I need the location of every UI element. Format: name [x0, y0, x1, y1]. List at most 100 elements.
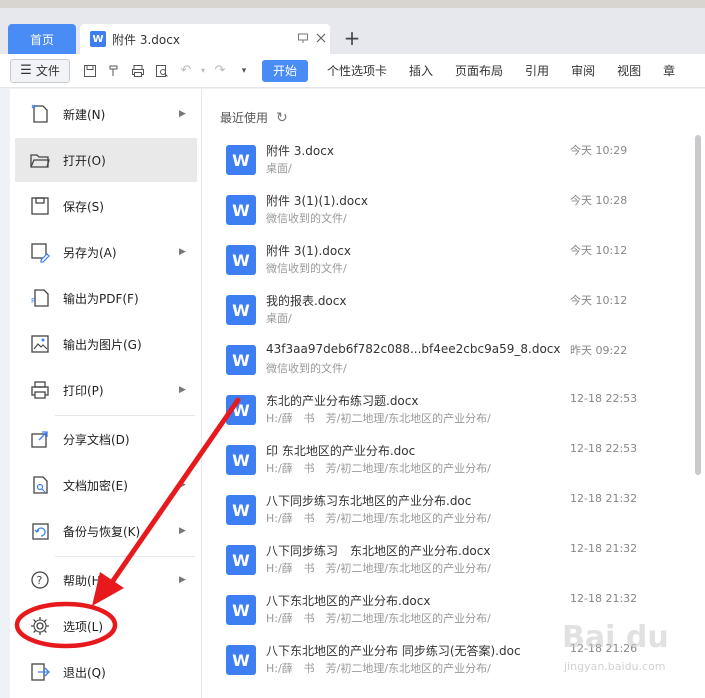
word-doc-icon: W — [226, 395, 256, 425]
menu-label-backup: 备份与恢复(K) — [63, 524, 141, 539]
recent-file-row[interactable]: W 印 东北地区的产业分布.doc H:/薛 书 芳/初二地理/东北地区的产业分… — [226, 442, 678, 488]
save-icon — [27, 193, 53, 219]
file-path: 微信收到的文件/ — [266, 262, 347, 275]
export-pdf-icon: P — [27, 285, 53, 311]
print-preview-icon[interactable] — [150, 59, 174, 83]
menu-item-new[interactable]: 新建(N) ▶ — [15, 92, 197, 136]
format-painter-icon[interactable] — [102, 59, 126, 83]
menu-tab-insert[interactable]: 插入 — [398, 62, 444, 79]
help-icon: ? — [27, 567, 53, 593]
refresh-icon[interactable]: ↻ — [276, 110, 288, 126]
redo-icon[interactable]: ↷ — [208, 59, 232, 83]
recent-scrollbar[interactable] — [695, 135, 701, 475]
file-menu-label: 文件 — [35, 64, 60, 78]
menu-tab-chapter[interactable]: 章 — [652, 62, 686, 79]
print-icon — [27, 377, 53, 403]
menu-label-save-as: 另存为(A) — [63, 245, 117, 260]
tab-document[interactable]: W 附件 3.docx — [80, 24, 330, 54]
recent-header-label: 最近使用 — [220, 111, 269, 125]
menu-label-open: 打开(O) — [63, 153, 106, 168]
close-tab-icon[interactable] — [312, 32, 330, 47]
recent-file-row[interactable]: W 43f3aa97deb6f782c088...bf4ee2cbc9a59_8… — [226, 342, 678, 388]
svg-text:P: P — [31, 297, 35, 305]
tab-bar: 首页 W 附件 3.docx + — [0, 22, 705, 54]
word-doc-icon: W — [226, 645, 256, 675]
file-path: 桌面/ — [266, 162, 292, 175]
new-doc-icon — [27, 101, 53, 127]
recent-file-row[interactable]: W 八下同步练习东北地区的产业分布.doc H:/薛 书 芳/初二地理/东北地区… — [226, 492, 678, 538]
menu-tab-references[interactable]: 引用 — [514, 62, 560, 79]
recent-file-row[interactable]: W 八下同步练习 东北地区的产业分布.docx H:/薛 书 芳/初二地理/东北… — [226, 542, 678, 588]
menu-tab-review[interactable]: 审阅 — [560, 62, 606, 79]
menu-item-export-image[interactable]: 输出为图片(G) — [15, 322, 197, 366]
menu-item-exit[interactable]: 退出(Q) — [15, 650, 197, 694]
recent-file-row[interactable]: W 我的报表.docx 桌面/ 今天 10:12 — [226, 292, 678, 338]
file-path: 微信收到的文件/ — [266, 362, 347, 375]
file-name: 东北的产业分布练习题.docx — [266, 394, 419, 408]
submenu-arrow-icon: ▶ — [179, 575, 186, 585]
toolbar: ☰ 文件 ↶ ▾ ↷ ▾ 开始 个性选项卡 插入 页面布局 引用 审阅 视图 章 — [0, 54, 705, 88]
file-name: 附件 3(1).docx — [266, 244, 351, 258]
file-time: 今天 10:29 — [570, 144, 628, 157]
recent-file-row[interactable]: W 东北的产业分布练习题.docx H:/薛 书 芳/初二地理/东北地区的产业分… — [226, 392, 678, 438]
menu-item-print[interactable]: 打印(P) ▶ — [15, 368, 197, 412]
file-path: 微信收到的文件/ — [266, 212, 347, 225]
watermark-text: Bai du — [562, 620, 669, 655]
watermark-url: jingyan.baidu.com — [564, 660, 666, 673]
file-name: 附件 3.docx — [266, 144, 334, 158]
submenu-arrow-icon: ▶ — [179, 109, 186, 119]
menu-tab-start[interactable]: 开始 — [262, 59, 308, 82]
menu-item-encrypt[interactable]: 文档加密(E) ▶ — [15, 463, 197, 507]
menu-item-save-as[interactable]: 另存为(A) ▶ — [15, 230, 197, 274]
file-name: 八下东北地区的产业分布.docx — [266, 594, 431, 608]
menu-item-share[interactable]: 分享文档(D) — [15, 417, 197, 461]
file-time: 昨天 09:22 — [570, 344, 628, 357]
quick-access-dropdown-icon[interactable]: ▾ — [232, 59, 256, 83]
file-path: H:/薛 书 芳/初二地理/东北地区的产业分布/ — [266, 512, 491, 525]
recent-file-row[interactable]: W 附件 3(1)(1).docx 微信收到的文件/ 今天 10:28 — [226, 192, 678, 238]
folder-open-icon — [27, 147, 53, 173]
undo-dropdown-icon[interactable]: ▾ — [198, 59, 208, 83]
file-time: 12-18 22:53 — [570, 392, 638, 405]
menu-item-help[interactable]: ? 帮助(H) ▶ — [15, 558, 197, 602]
file-name: 八下同步练习东北地区的产业分布.doc — [266, 494, 472, 508]
word-doc-icon: W — [226, 295, 256, 325]
menu-item-export-pdf[interactable]: P 输出为PDF(F) — [15, 276, 197, 320]
submenu-arrow-icon: ▶ — [179, 480, 186, 490]
title-strip-faded — [0, 0, 705, 8]
file-path: 桌面/ — [266, 312, 292, 325]
menu-label-exit: 退出(Q) — [63, 665, 106, 680]
save-toolbar-icon[interactable] — [78, 59, 102, 83]
new-tab-button[interactable]: + — [340, 26, 364, 50]
recent-file-row[interactable]: W 附件 3(1).docx 微信收到的文件/ 今天 10:12 — [226, 242, 678, 288]
word-doc-icon: W — [226, 195, 256, 225]
menu-item-save[interactable]: 保存(S) — [15, 184, 197, 228]
word-doc-icon: W — [90, 31, 106, 47]
menu-item-options[interactable]: 选项(L) — [15, 604, 197, 648]
file-path: H:/薛 书 芳/初二地理/东北地区的产业分布/ — [266, 612, 491, 625]
file-time: 12-18 21:32 — [570, 492, 638, 505]
tab-home[interactable]: 首页 — [8, 24, 76, 54]
svg-text:?: ? — [37, 574, 43, 587]
recent-file-row[interactable]: W 附件 3.docx 桌面/ 今天 10:29 — [226, 142, 678, 188]
file-menu-button[interactable]: ☰ 文件 — [10, 58, 70, 83]
exit-icon — [27, 659, 53, 685]
word-doc-icon: W — [226, 245, 256, 275]
pin-window-icon[interactable] — [294, 32, 312, 47]
save-as-icon — [27, 239, 53, 265]
submenu-arrow-icon: ▶ — [179, 385, 186, 395]
submenu-arrow-icon: ▶ — [179, 247, 186, 257]
menu-item-open[interactable]: 打开(O) — [15, 138, 197, 182]
menu-tab-page-layout[interactable]: 页面布局 — [444, 62, 514, 79]
menu-tab-custom[interactable]: 个性选项卡 — [316, 62, 398, 79]
menu-item-backup[interactable]: 备份与恢复(K) ▶ — [15, 509, 197, 553]
undo-icon[interactable]: ↶ — [174, 59, 198, 83]
export-image-icon — [27, 331, 53, 357]
file-path: H:/薛 书 芳/初二地理/东北地区的产业分布/ — [266, 562, 491, 575]
recent-header: 最近使用 ↻ — [220, 109, 288, 126]
menu-tab-view[interactable]: 视图 — [606, 62, 652, 79]
menu-label-help: 帮助(H) — [63, 573, 106, 588]
print-toolbar-icon[interactable] — [126, 59, 150, 83]
recent-documents-panel: 最近使用 ↻ W 附件 3.docx 桌面/ 今天 10:29 W 附件 3(1… — [202, 89, 705, 698]
share-icon — [27, 426, 53, 452]
